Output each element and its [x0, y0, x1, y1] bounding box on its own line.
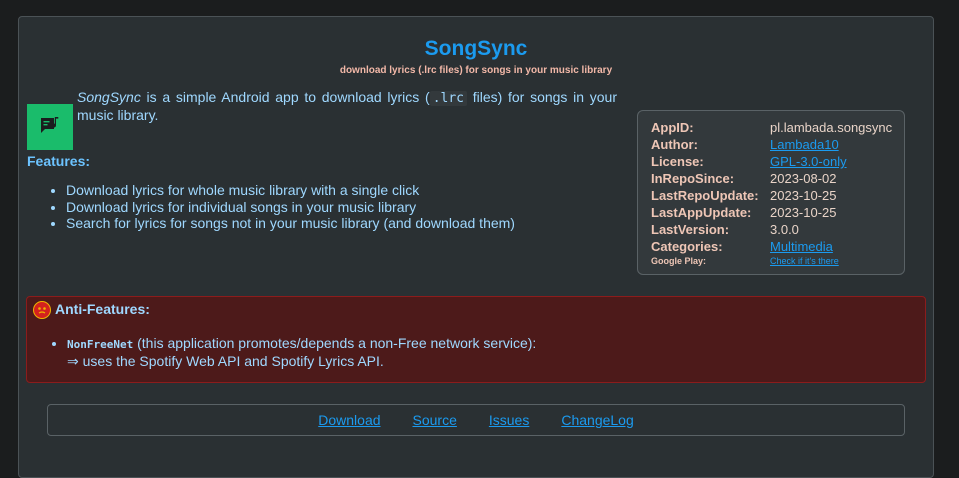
lrc-code: .lrc	[429, 91, 467, 106]
anti-feature-text: (this application promotes/depends a non…	[133, 335, 537, 351]
links-bar: Download Source Issues ChangeLog	[47, 404, 905, 436]
info-key: Categories:	[651, 239, 723, 254]
list-item: Download lyrics for individual songs in …	[66, 199, 515, 216]
info-value: 3.0.0	[770, 222, 799, 237]
app-subtitle: download lyrics (.lrc files) for songs i…	[339, 65, 613, 76]
anti-feature-detail: ⇒ uses the Spotify Web API and Spotify L…	[67, 353, 384, 369]
warning-icon	[33, 301, 51, 319]
features-list: Download lyrics for whole music library …	[27, 182, 515, 232]
info-value: 2023-08-02	[770, 171, 837, 186]
lyrics-icon	[41, 117, 59, 133]
list-item: NonFreeNet (this application promotes/de…	[67, 335, 536, 369]
list-item: Download lyrics for whole music library …	[66, 182, 515, 199]
info-key: InRepoSince:	[651, 171, 735, 186]
info-key: LastVersion:	[651, 222, 730, 237]
info-value: 2023-10-25	[770, 188, 837, 203]
source-link[interactable]: Source	[413, 412, 457, 428]
anti-features-box: Anti-Features: NonFreeNet (this applicat…	[26, 296, 926, 383]
info-key: Author:	[651, 137, 698, 152]
alert-icon	[38, 307, 46, 314]
app-title: SongSync	[424, 37, 528, 60]
info-key: LastAppUpdate:	[651, 205, 752, 220]
google-play-link[interactable]: Check if it's there	[770, 256, 839, 266]
info-key: License:	[651, 154, 704, 169]
author-link[interactable]: Lambada10	[770, 137, 839, 152]
changelog-link[interactable]: ChangeLog	[561, 412, 633, 428]
app-info-box: AppID: pl.lambada.songsync Author: Lamba…	[637, 110, 905, 275]
category-link[interactable]: Multimedia	[770, 239, 833, 254]
anti-features-heading: Anti-Features:	[55, 301, 150, 317]
download-link[interactable]: Download	[318, 412, 380, 428]
info-key: AppID:	[651, 120, 694, 135]
issues-link[interactable]: Issues	[489, 412, 529, 428]
info-value: pl.lambada.songsync	[770, 120, 893, 135]
info-key: LastRepoUpdate:	[651, 188, 759, 203]
list-item: Search for lyrics for songs not in your …	[66, 215, 515, 232]
app-description: SongSync is a simple Android app to down…	[77, 89, 617, 124]
description-text-1: is a simple Android app to download lyri…	[140, 89, 430, 105]
app-name-italic: SongSync	[77, 89, 141, 105]
nonfreenet-code: NonFreeNet	[67, 338, 134, 351]
info-value: 2023-10-25	[770, 205, 837, 220]
app-icon	[27, 104, 73, 150]
features-heading: Features:	[27, 153, 91, 169]
app-card: SongSync download lyrics (.lrc files) fo…	[18, 16, 934, 478]
anti-features-list: NonFreeNet (this application promotes/de…	[27, 335, 536, 369]
license-link[interactable]: GPL-3.0-only	[770, 154, 847, 169]
info-key: Google Play:	[651, 256, 707, 266]
